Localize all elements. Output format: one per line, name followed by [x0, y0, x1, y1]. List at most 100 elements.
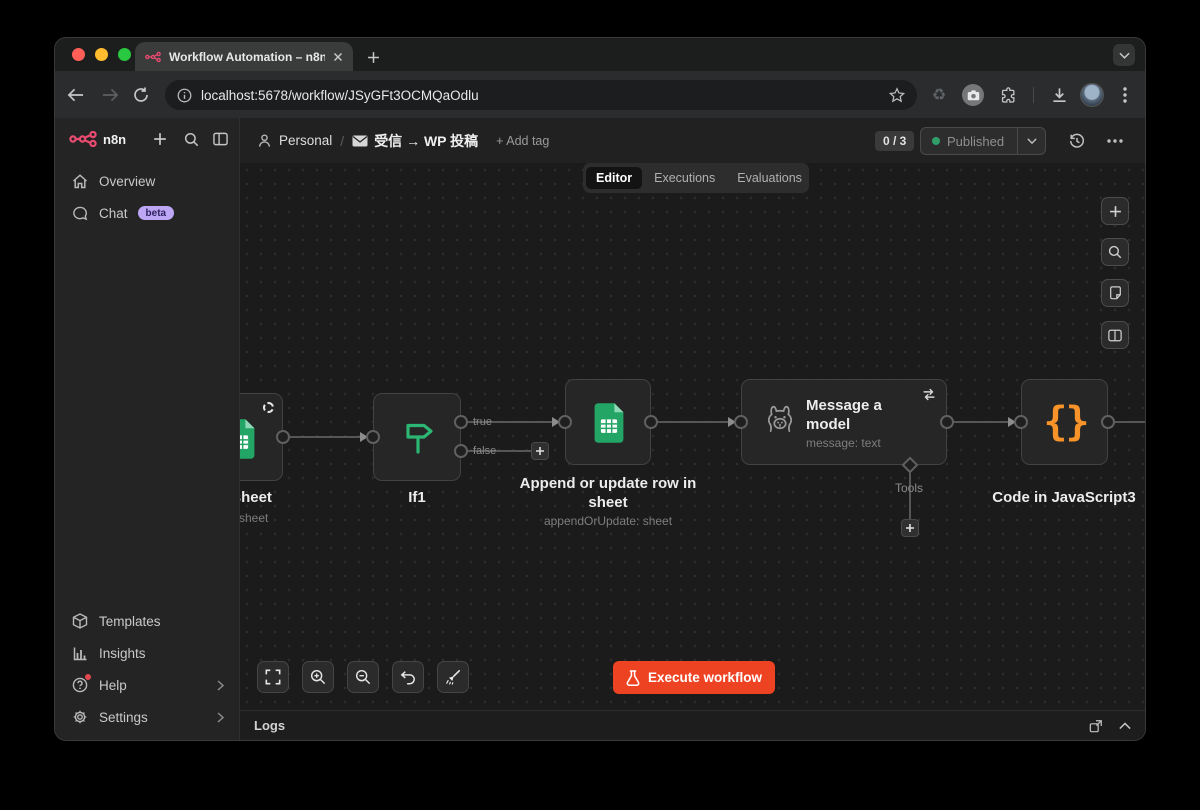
undo-button[interactable]	[392, 661, 424, 693]
brand-name: n8n	[103, 132, 126, 147]
published-button[interactable]: Published	[920, 127, 1046, 155]
open-logs-popup-icon[interactable]	[1089, 719, 1103, 733]
n8n-logo-icon	[69, 131, 97, 147]
logs-panel[interactable]: Logs	[240, 710, 1145, 740]
input-port[interactable]	[1014, 415, 1028, 429]
output-port-false[interactable]	[454, 444, 468, 458]
canvas-search-button[interactable]	[1101, 238, 1129, 266]
tab-editor[interactable]: Editor	[586, 167, 642, 189]
tab-executions[interactable]: Executions	[644, 167, 725, 189]
sticky-note-button[interactable]	[1101, 279, 1129, 307]
fit-view-button[interactable]	[257, 661, 289, 693]
node-append-or-update-row[interactable]	[565, 379, 651, 465]
download-icon[interactable]	[1047, 83, 1071, 107]
browser-tab[interactable]: Workflow Automation – n8n	[135, 42, 353, 71]
output-port[interactable]	[940, 415, 954, 429]
sidebar-item-label: Settings	[99, 710, 148, 725]
sidebar-item-insights[interactable]: Insights	[63, 638, 232, 668]
node-subtitle: appendOrUpdate: sheet	[508, 514, 708, 528]
node-code-in-javascript3[interactable]: {}	[1021, 379, 1108, 465]
zoom-in-button[interactable]	[302, 661, 334, 693]
minimize-window-button[interactable]	[95, 48, 108, 61]
published-dropdown[interactable]	[1017, 128, 1045, 154]
node-subtitle: sheet	[240, 511, 319, 525]
beta-badge: beta	[138, 206, 175, 220]
person-icon	[258, 134, 271, 148]
workflow-header: Personal / 受信 → WP 投稿 + Add tag 0 / 3 Pu…	[240, 118, 1145, 163]
new-tab-button[interactable]	[363, 47, 383, 67]
tidy-up-button[interactable]	[437, 661, 469, 693]
envelope-icon	[352, 135, 368, 147]
collapse-sidebar-button[interactable]	[209, 128, 231, 150]
issues-counter-badge: 0 / 3	[875, 131, 914, 151]
input-port[interactable]	[558, 415, 572, 429]
close-window-button[interactable]	[72, 48, 85, 61]
url-text[interactable]: localhost:5678/workflow/JSyGFt3OCMQaOdlu	[201, 88, 880, 103]
reload-button[interactable]	[129, 83, 153, 107]
chevron-right-icon	[217, 680, 224, 691]
tab-title: Workflow Automation – n8n	[169, 50, 325, 64]
sidebar-item-label: Insights	[99, 646, 146, 661]
split-panel-button[interactable]	[1101, 321, 1129, 349]
breadcrumb-separator: /	[340, 133, 344, 149]
chevron-up-icon[interactable]	[1119, 722, 1131, 730]
desktop: Workflow Automation – n8n localhost:5678…	[0, 0, 1200, 810]
n8n-logo[interactable]: n8n	[69, 126, 126, 152]
forward-button[interactable]	[98, 83, 122, 107]
zoom-out-button[interactable]	[347, 661, 379, 693]
output-port-true[interactable]	[454, 415, 468, 429]
add-tool-button[interactable]	[901, 519, 919, 537]
tab-search-chevron-button[interactable]	[1113, 44, 1135, 66]
sidebar-item-templates[interactable]: Templates	[63, 606, 232, 636]
profile-avatar[interactable]	[1080, 83, 1104, 107]
workflow-name[interactable]: 受信 → WP 投稿	[352, 131, 478, 151]
input-port[interactable]	[734, 415, 748, 429]
workflow-canvas[interactable]: Personal / 受信 → WP 投稿 + Add tag 0 / 3 Pu…	[240, 118, 1145, 740]
node-label: Message a model	[806, 396, 926, 434]
back-button[interactable]	[63, 83, 87, 107]
extensions-puzzle-icon[interactable]	[996, 83, 1020, 107]
n8n-sidebar: n8n Overview Chat beta T	[55, 118, 240, 740]
node-label: If1	[337, 488, 497, 507]
zoom-window-button[interactable]	[118, 48, 131, 61]
retry-loop-icon	[922, 388, 936, 401]
tool-connection-line	[909, 473, 911, 519]
node-label: Append or update row in sheet	[518, 474, 698, 512]
workflow-history-icon[interactable]	[1068, 132, 1086, 150]
input-port[interactable]	[366, 430, 380, 444]
search-button[interactable]	[180, 128, 202, 150]
node-if1[interactable]	[373, 393, 461, 481]
tab-evaluations[interactable]: Evaluations	[727, 167, 812, 189]
workflow-menu-icon[interactable]	[1106, 132, 1124, 150]
add-tag-button[interactable]: + Add tag	[496, 134, 549, 148]
add-workflow-button[interactable]	[149, 128, 171, 150]
toolbar-separator	[1033, 87, 1034, 103]
node-label: ) in sheet	[240, 488, 319, 507]
url-bar[interactable]: localhost:5678/workflow/JSyGFt3OCMQaOdlu	[165, 80, 917, 110]
sidebar-item-settings[interactable]: Settings	[63, 702, 232, 732]
sidebar-item-overview[interactable]: Overview	[63, 166, 232, 196]
close-tab-icon[interactable]	[333, 52, 343, 62]
browser-menu-icon[interactable]	[1113, 83, 1137, 107]
help-icon	[71, 677, 89, 693]
add-node-from-false-button[interactable]	[531, 442, 549, 460]
port-label-true: true	[473, 416, 492, 428]
add-node-button[interactable]	[1101, 197, 1129, 225]
sidebar-item-help[interactable]: Help	[63, 670, 232, 700]
screenshot-camera-icon[interactable]	[961, 83, 985, 107]
bookmark-star-icon[interactable]	[889, 87, 905, 103]
sidebar-item-chat[interactable]: Chat beta	[63, 198, 232, 228]
output-port[interactable]	[644, 415, 658, 429]
if-signpost-icon	[398, 418, 438, 458]
node-message-a-model[interactable]: Message a model message: text	[741, 379, 947, 465]
output-port[interactable]	[1101, 415, 1115, 429]
site-info-icon[interactable]	[177, 88, 192, 103]
logs-label: Logs	[254, 718, 285, 733]
extension-recycle-icon[interactable]: ♻	[927, 83, 951, 107]
browser-window: Workflow Automation – n8n localhost:5678…	[55, 38, 1145, 740]
n8n-favicon	[145, 51, 161, 63]
sidebar-item-label: Help	[99, 678, 127, 693]
execute-workflow-button[interactable]: Execute workflow	[613, 661, 775, 694]
output-port[interactable]	[276, 430, 290, 444]
project-name[interactable]: Personal	[279, 133, 332, 148]
